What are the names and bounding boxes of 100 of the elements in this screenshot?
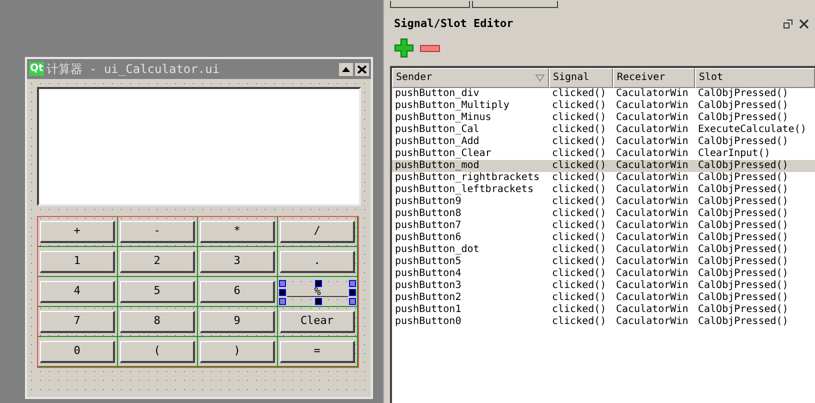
table-cell-text: CalObjPressed() [697, 136, 790, 148]
table-cell-text: clicked() [551, 208, 608, 220]
column-header[interactable]: Signal [549, 68, 613, 88]
calculator-button[interactable]: - [120, 220, 195, 242]
calculator-button[interactable]: / [280, 220, 355, 242]
table-cell-text: CalObjPressed() [697, 220, 790, 232]
table-cell-text: clicked() [551, 124, 608, 136]
calculator-button[interactable]: 9 [200, 310, 275, 332]
table-cell-text: clicked() [551, 220, 608, 232]
table-cell-text: CalObjPressed() [697, 256, 790, 268]
table-cell-text: CalObjPressed() [697, 184, 790, 196]
table-cell-text: clicked() [551, 160, 608, 172]
dock-tab[interactable] [390, 1, 470, 8]
table-cell-text: clicked() [551, 232, 608, 244]
table-cell-text: CalObjPressed() [697, 160, 790, 172]
table-cell-text: clicked() [551, 196, 608, 208]
table-cell-text: pushButton_Cal [394, 124, 480, 136]
table-cell-text: CaculatorWin [615, 292, 690, 304]
table-cell-text: clicked() [551, 184, 608, 196]
table-cell-text: CalObjPressed() [697, 268, 790, 280]
table-cell-text: pushButton_Multiply [394, 100, 510, 112]
table-cell-text: CaculatorWin [615, 148, 690, 160]
panel-title: Signal/Slot Editor [394, 16, 514, 32]
add-icon[interactable] [394, 38, 414, 58]
calculator-button[interactable]: = [280, 340, 355, 362]
table-cell-text: CaculatorWin [615, 88, 690, 100]
table-cell-text: pushButton_Add [394, 136, 480, 148]
selection-handle[interactable] [314, 298, 322, 305]
remove-icon[interactable] [420, 44, 440, 52]
close-icon[interactable] [799, 19, 809, 29]
table-cell-text: CaculatorWin [615, 244, 690, 256]
table-cell-text: CaculatorWin [615, 100, 690, 112]
calculator-button[interactable]: + [40, 220, 115, 242]
table-cell-text: pushButton_mod [394, 160, 480, 172]
calculator-button[interactable]: 0 [40, 340, 115, 362]
table-cell-text: CalObjPressed() [697, 88, 790, 100]
table-cell-text: CaculatorWin [615, 208, 690, 220]
table-cell-text: pushButton3 [394, 280, 462, 292]
calculator-button[interactable]: 2 [120, 250, 195, 272]
table-cell-text: CaculatorWin [615, 256, 690, 268]
minimize-up-icon[interactable] [339, 62, 353, 76]
close-icon[interactable] [355, 62, 369, 76]
table-cell-text: pushButton5 [394, 256, 462, 268]
table-cell-text: ExecuteCalculate() [697, 124, 808, 136]
table-cell-text: CalObjPressed() [697, 292, 790, 304]
calculator-button[interactable]: ( [120, 340, 195, 362]
table-cell-text: clicked() [551, 304, 608, 316]
calculator-button[interactable]: 5 [120, 280, 195, 302]
table-cell-text: clicked() [551, 100, 608, 112]
table-cell-text: pushButton8 [394, 208, 462, 220]
table-cell-text: clicked() [551, 244, 608, 256]
table-cell-text: clicked() [551, 148, 608, 160]
calculator-button[interactable]: 4 [40, 280, 115, 302]
calculator-button[interactable]: 3 [200, 250, 275, 272]
table-cell-text: CaculatorWin [615, 232, 690, 244]
calculator-button[interactable]: . [280, 250, 355, 272]
table-cell-text: pushButton_Clear [394, 148, 492, 160]
table-cell-text: pushButton2 [394, 292, 462, 304]
table-cell-text: CaculatorWin [615, 160, 690, 172]
table-cell-text: CalObjPressed() [697, 316, 790, 328]
table-cell-text: clicked() [551, 256, 608, 268]
table-cell-text: CaculatorWin [615, 112, 690, 124]
table-cell-text: ClearInput() [697, 148, 772, 160]
table-cell-text: pushButton_dot [394, 244, 480, 256]
column-header[interactable]: Slot [695, 68, 815, 88]
table-cell-text: clicked() [551, 316, 608, 328]
calculator-button[interactable]: ) [200, 340, 275, 362]
column-header[interactable]: Sender [392, 68, 549, 88]
calculator-button[interactable]: 1 [40, 250, 115, 272]
table-cell-text: CalObjPressed() [697, 112, 790, 124]
table-cell-text: CalObjPressed() [697, 196, 790, 208]
table-cell-text: CaculatorWin [615, 304, 690, 316]
table-cell-text: CalObjPressed() [697, 100, 790, 112]
calculator-button[interactable]: * [200, 220, 275, 242]
table-cell-text: CaculatorWin [615, 316, 690, 328]
table-cell-text: CaculatorWin [615, 196, 690, 208]
table-cell-text: pushButton6 [394, 232, 462, 244]
sort-indicator-icon [535, 74, 545, 82]
calculator-button[interactable]: 8 [120, 310, 195, 332]
table-cell-text: CaculatorWin [615, 268, 690, 280]
table-cell-text: pushButton9 [394, 196, 462, 208]
dock-tab[interactable] [472, 1, 558, 8]
table-cell-text: clicked() [551, 172, 608, 184]
table-cell-text: pushButton7 [394, 220, 462, 232]
table-cell-text: CaculatorWin [615, 280, 690, 292]
table-cell-text: clicked() [551, 268, 608, 280]
table-cell-text: pushButton4 [394, 268, 462, 280]
calculator-button[interactable]: 7 [40, 310, 115, 332]
window-title: 计算器 - ui_Calculator.ui [46, 61, 220, 78]
table-cell-text: CalObjPressed() [697, 244, 790, 256]
calculator-button[interactable]: Clear [280, 310, 355, 332]
table-cell-text: clicked() [551, 292, 608, 304]
column-header[interactable]: Receiver [613, 68, 695, 88]
calculator-button[interactable]: 6 [200, 280, 275, 302]
selection-handle[interactable] [314, 280, 322, 287]
calculator-button[interactable]: % [287, 286, 348, 297]
table-cell-text: clicked() [551, 136, 608, 148]
table-cell-text: pushButton0 [394, 316, 462, 328]
float-icon[interactable] [783, 19, 793, 29]
connection-row[interactable]: pushButton_mod clicked() CaculatorWin CalObjPressed() [392, 160, 815, 172]
